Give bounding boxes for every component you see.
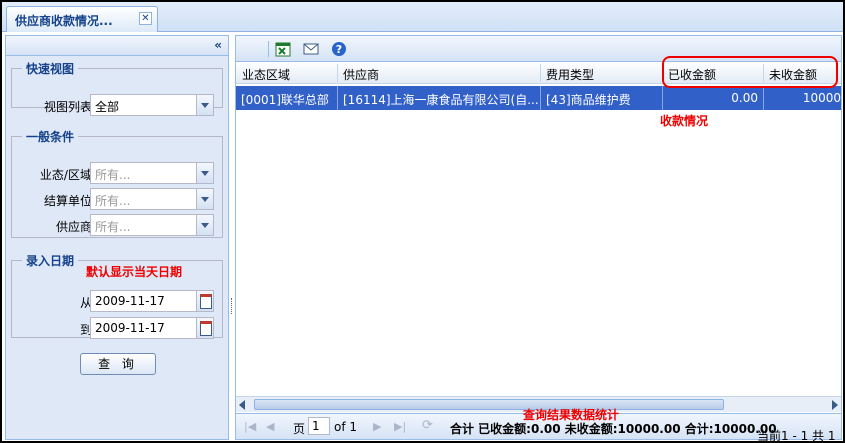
- scroll-thumb[interactable]: [254, 399, 724, 410]
- help-icon[interactable]: ?: [331, 41, 347, 57]
- last-page-icon[interactable]: ▶|: [394, 420, 406, 433]
- date-from-value: 2009-11-17: [95, 294, 165, 308]
- cell-supplier: [16114]上海一康食品有限公司(自...: [343, 93, 538, 107]
- general-conditions-legend: 一般条件: [26, 130, 75, 144]
- date-to-field[interactable]: 2009-11-17: [90, 317, 214, 339]
- supplier-select[interactable]: 所有...: [90, 214, 214, 236]
- tab-supplier-receipts[interactable]: 供应商收款情况... ✕: [6, 6, 158, 32]
- chevron-down-icon[interactable]: [196, 95, 213, 115]
- cell-region: [0001]联华总部: [241, 93, 329, 107]
- next-page-icon[interactable]: ▶: [373, 420, 381, 433]
- results-panel: ? 业态区域 供应商 费用类型 已收金额 未收金额 [0001]联华总部 [16…: [235, 35, 842, 443]
- svg-text:?: ?: [336, 43, 342, 56]
- cell-separator: [662, 86, 663, 110]
- close-icon[interactable]: ✕: [139, 12, 152, 25]
- settle-unit-placeholder: 所有...: [95, 194, 131, 208]
- supplier-placeholder: 所有...: [95, 220, 131, 234]
- scroll-left-icon[interactable]: [239, 400, 245, 410]
- page-number-input[interactable]: 1: [308, 417, 330, 435]
- prev-page-icon[interactable]: ◀: [266, 420, 274, 433]
- settle-unit-label: 结算单位:: [43, 194, 96, 208]
- region-select[interactable]: 所有...: [90, 162, 214, 184]
- calendar-icon[interactable]: [196, 318, 213, 338]
- mail-icon[interactable]: [303, 41, 319, 57]
- view-list-select[interactable]: 全部: [90, 94, 214, 116]
- annotation-default-date: 默认显示当天日期: [86, 265, 183, 279]
- scroll-right-icon[interactable]: [832, 400, 838, 410]
- excel-export-icon[interactable]: [275, 41, 291, 57]
- quick-view-group: 快速视图 视图列表: 全部: [11, 60, 223, 116]
- region-placeholder: 所有...: [95, 168, 131, 182]
- column-header-region[interactable]: 业态区域: [242, 66, 290, 83]
- cell-received: 0.00: [731, 91, 758, 105]
- first-page-icon[interactable]: |◀: [244, 420, 256, 433]
- cell-separator: [540, 86, 541, 110]
- cell-unreceived: 10000: [802, 91, 841, 105]
- date-to-value: 2009-11-17: [95, 321, 165, 335]
- cell-separator: [763, 86, 764, 110]
- filter-panel-header: «: [6, 36, 228, 56]
- column-header-supplier[interactable]: 供应商: [343, 66, 379, 83]
- tab-strip: 供应商收款情况... ✕: [2, 2, 843, 32]
- date-from-field[interactable]: 2009-11-17: [90, 290, 214, 312]
- view-list-label: 视图列表:: [43, 100, 96, 114]
- annotation-receipt-status: 收款情况: [660, 114, 709, 128]
- table-row[interactable]: [0001]联华总部 [16114]上海一康食品有限公司(自... [43]商品…: [236, 86, 841, 110]
- general-conditions-group: 一般条件 业态/区域: 所有... 结算单位: 所有... 供应商: 所有...: [11, 128, 223, 238]
- display-info: 当前1 - 1 共 1: [757, 429, 836, 443]
- settle-unit-select[interactable]: 所有...: [90, 188, 214, 210]
- calendar-icon[interactable]: [196, 291, 213, 311]
- refresh-icon[interactable]: ⟳: [422, 418, 433, 433]
- chevron-down-icon[interactable]: [196, 163, 213, 183]
- cell-separator: [337, 86, 338, 110]
- tab-title: 供应商收款情况...: [15, 14, 113, 28]
- region-label: 业态/区域:: [39, 168, 96, 182]
- toolbar-separator: [268, 41, 269, 57]
- filter-panel: « 快速视图 视图列表: 全部 一般条件 业态/区域: 所有... 结算单位: …: [5, 35, 229, 440]
- entry-date-legend: 录入日期: [26, 254, 75, 268]
- panel-splitter[interactable]: [231, 298, 234, 314]
- annotation-stats: 查询结果数据统计: [523, 408, 620, 422]
- collapse-icon[interactable]: «: [214, 38, 222, 52]
- column-separator: [540, 64, 541, 82]
- quick-view-legend: 快速视图: [26, 62, 75, 76]
- view-list-value: 全部: [95, 100, 120, 114]
- page-of-label: of 1: [334, 420, 358, 434]
- column-separator: [337, 64, 338, 82]
- cell-fee-type: [43]商品维护费: [546, 93, 631, 107]
- query-button[interactable]: 查 询: [80, 353, 156, 375]
- chevron-down-icon[interactable]: [196, 189, 213, 209]
- window-frame: 供应商收款情况... ✕ « 快速视图 视图列表: 全部 一般条件 业态/区域:: [0, 0, 845, 443]
- chevron-down-icon[interactable]: [196, 215, 213, 235]
- column-header-fee-type[interactable]: 费用类型: [546, 66, 594, 83]
- annotation-highlight-box: [662, 56, 838, 88]
- page-label: 页: [293, 422, 306, 436]
